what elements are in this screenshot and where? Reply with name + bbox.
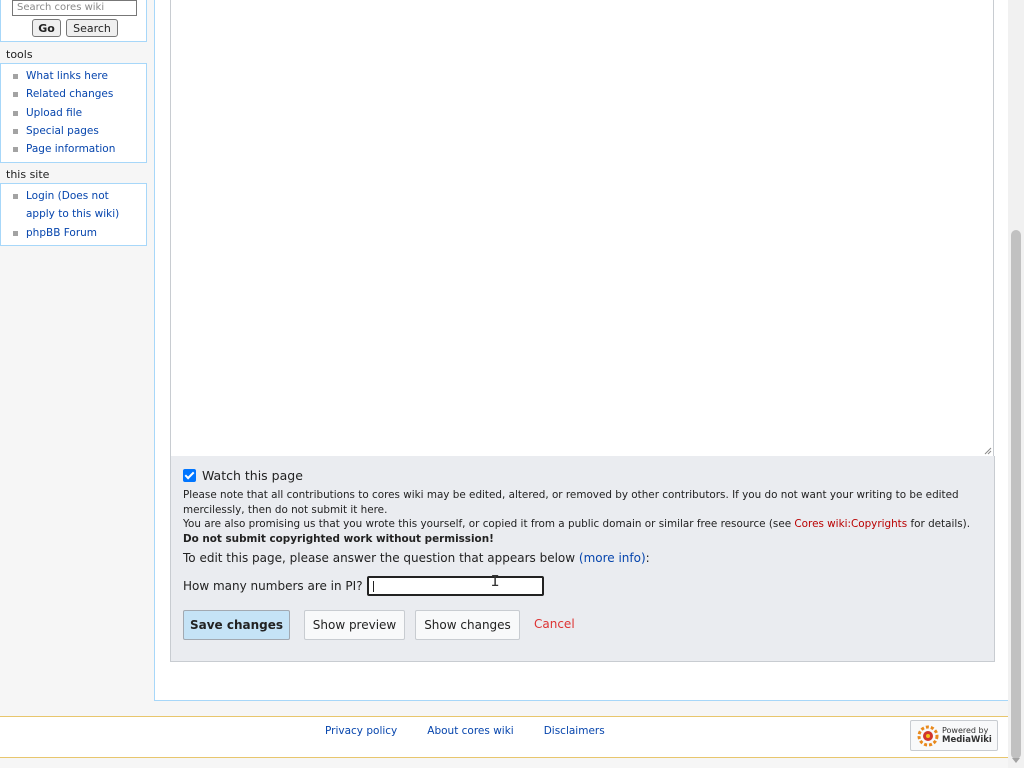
copyright-warning: Do not submit copyrighted work without p… [183,532,494,545]
text-caret [372,581,374,592]
captcha-question: How many numbers are in PI? [183,579,363,593]
save-changes-button[interactable]: Save changes [183,610,290,640]
show-changes-button[interactable]: Show changes [415,610,520,640]
captcha-row: How many numbers are in PI? I [183,572,544,596]
cancel-link[interactable]: Cancel [534,617,575,631]
tools-portal: What links here Related changes Upload f… [0,63,147,163]
go-button[interactable]: Go [32,19,61,37]
mediawiki-flower-icon [917,725,939,746]
badge-text: Powered by MediaWiki [942,726,992,745]
bullet-icon [13,194,18,199]
bullet-icon [13,128,18,134]
edit-options-panel: Watch this page Please note that all con… [170,456,995,662]
bottom-strip [0,758,1008,768]
sidebar-item-phpbb-forum[interactable]: phpBB Forum [1,224,146,242]
this-site-heading: this site [6,168,50,181]
bullet-icon [13,110,18,116]
bullet-icon [13,92,18,98]
sidebar: Search cores wiki Go Search tools What l… [0,0,155,700]
powered-by-mediawiki-badge[interactable]: Powered by MediaWiki [910,720,998,751]
footer: Privacy policy About cores wiki Disclaim… [0,716,1008,758]
tools-heading: tools [6,48,33,61]
search-panel: Search cores wiki Go Search [0,0,147,42]
question-intro: To edit this page, please answer the que… [183,551,650,565]
vertical-scrollbar[interactable] [1008,0,1024,768]
sidebar-item-special-pages[interactable]: Special pages [1,122,146,140]
watch-checkbox[interactable] [183,469,196,482]
bullet-icon [13,230,18,236]
sidebar-item-what-links-here[interactable]: What links here [1,67,146,85]
sidebar-item-login[interactable]: Login (Does not apply to this wiki) [1,187,121,224]
disclaimers-link[interactable]: Disclaimers [544,725,605,737]
bullet-icon [13,74,18,79]
search-input[interactable]: Search cores wiki [12,0,137,16]
content-area: Watch this page Please note that all con… [154,0,1009,701]
bullet-icon [13,147,18,153]
sidebar-item-upload-file[interactable]: Upload file [1,104,146,122]
edit-textarea[interactable] [170,0,994,457]
footer-links: Privacy policy About cores wiki Disclaim… [325,725,605,737]
watch-label[interactable]: Watch this page [202,468,303,483]
privacy-policy-link[interactable]: Privacy policy [325,725,397,737]
copyright-notice: You are also promising us that you wrote… [183,518,971,545]
sidebar-item-page-information[interactable]: Page information [1,140,146,158]
about-link[interactable]: About cores wiki [427,725,513,737]
scrollbar-thumb[interactable] [1011,230,1021,759]
edit-notice: Please note that all contributions to co… [183,489,959,516]
captcha-answer-input[interactable]: I [366,572,544,596]
this-site-portal: Login (Does not apply to this wiki) phpB… [0,183,147,246]
ibeam-cursor-icon: I [490,572,500,590]
copyrights-link[interactable]: Cores wiki:Copyrights [794,518,907,530]
search-button[interactable]: Search [66,19,118,37]
sidebar-item-related-changes[interactable]: Related changes [1,85,146,103]
watch-row: Watch this page [183,468,303,483]
resize-grip-icon[interactable] [984,447,992,455]
more-info-link[interactable]: (more info) [579,551,646,565]
show-preview-button[interactable]: Show preview [304,610,405,640]
scroll-down-arrow-icon[interactable] [1012,758,1020,763]
